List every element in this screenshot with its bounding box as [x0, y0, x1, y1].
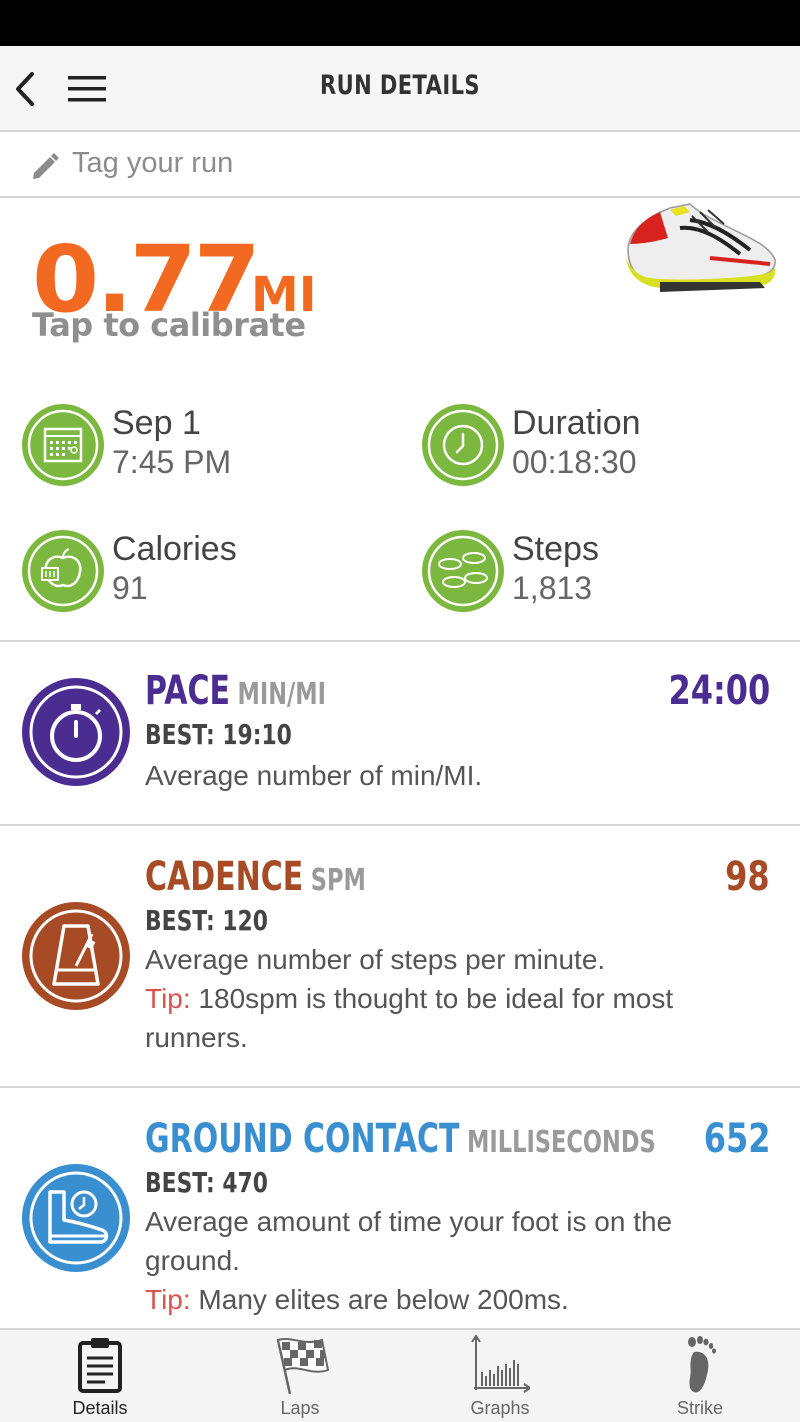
ground-contact-title-row: GROUND CONTACT MILLISECONDS: [145, 1116, 656, 1162]
tab-details[interactable]: Details: [0, 1330, 200, 1422]
calibrate-link[interactable]: Tap to calibrate: [32, 306, 306, 344]
bottom-tab-bar: Details Laps Graphs Strike: [0, 1328, 800, 1422]
calendar-icon: [22, 404, 104, 486]
clipboard-icon: [78, 1338, 122, 1393]
back-arrow-icon[interactable]: [6, 66, 46, 112]
stat-calories: Calories 91: [20, 528, 380, 618]
pace-best: BEST: 19:10: [145, 718, 292, 751]
stat-date: Sep 1 7:45 PM: [20, 402, 380, 492]
ground-contact-description-block: Average amount of time your foot is on t…: [145, 1202, 765, 1319]
pace-value: 24:00: [668, 668, 770, 714]
pace-unit: MIN/MI: [237, 677, 327, 712]
calories-label: Calories: [112, 530, 237, 568]
ground-contact-description: Average amount of time your foot is on t…: [145, 1206, 673, 1276]
calories-value: 91: [112, 570, 148, 606]
cadence-title: CADENCE: [145, 854, 304, 900]
cadence-description: Average number of steps per minute.: [145, 944, 606, 975]
cadence-best: BEST: 120: [145, 904, 268, 937]
tab-details-label: Details: [72, 1398, 128, 1418]
tip-label: Tip:: [145, 983, 191, 1014]
stat-steps: Steps 1,813: [420, 528, 780, 618]
tab-graphs-label: Graphs: [470, 1398, 530, 1418]
tab-graphs[interactable]: Graphs: [400, 1330, 600, 1422]
pace-title: PACE: [145, 668, 230, 714]
tag-run-field[interactable]: Tag your run: [0, 134, 800, 198]
metronome-icon: [22, 902, 130, 1010]
footprints-icon: [422, 530, 504, 612]
cadence-value: 98: [725, 854, 770, 900]
ground-contact-tip-text: Many elites are below 200ms.: [190, 1284, 569, 1315]
steps-value: 1,813: [512, 570, 593, 606]
shoe-image[interactable]: [620, 198, 780, 298]
pace-card[interactable]: PACE MIN/MI 24:00 BEST: 19:10 Average num…: [0, 642, 800, 824]
ground-contact-title: GROUND CONTACT: [145, 1116, 460, 1162]
pace-description: Average number of min/MI.: [145, 760, 483, 791]
clock-icon: [422, 404, 504, 486]
tab-laps-label: Laps: [280, 1398, 320, 1418]
tab-strike-label: Strike: [676, 1398, 723, 1418]
shoe-timer-icon: [22, 1164, 130, 1272]
status-bar: [0, 0, 800, 46]
tip-label: Tip:: [145, 1284, 191, 1315]
date-label: Sep 1: [112, 404, 201, 442]
footprint-icon: [688, 1336, 716, 1393]
cadence-title-row: CADENCE SPM: [145, 854, 366, 900]
tab-laps[interactable]: Laps: [200, 1330, 400, 1422]
duration-label: Duration: [512, 404, 641, 442]
time-value: 7:45 PM: [112, 444, 232, 480]
apple-scale-icon: [22, 530, 104, 612]
page-title: RUN DETAILS: [320, 70, 480, 101]
app-bar: RUN DETAILS: [0, 46, 800, 132]
cadence-unit: SPM: [310, 863, 366, 898]
stopwatch-icon: [22, 678, 130, 786]
duration-value: 00:18:30: [512, 444, 637, 480]
ground-contact-tip: Tip: Many elites are below 200ms.: [145, 1280, 765, 1319]
cadence-tip-text: 180spm is thought to be ideal for most r…: [145, 983, 674, 1053]
bar-graph-icon: [471, 1334, 530, 1393]
ground-contact-value: 652: [703, 1116, 770, 1162]
tag-run-placeholder: Tag your run: [72, 147, 234, 179]
ground-contact-unit: MILLISECONDS: [467, 1125, 656, 1160]
pace-title-row: PACE MIN/MI: [145, 668, 326, 714]
cadence-tip: Tip: 180spm is thought to be ideal for m…: [145, 979, 765, 1057]
checkered-flag-icon: [276, 1338, 330, 1394]
tab-strike[interactable]: Strike: [600, 1330, 800, 1422]
pencil-icon: [33, 153, 59, 179]
ground-contact-card[interactable]: GROUND CONTACT MILLISECONDS 652 BEST: 470…: [0, 1088, 800, 1328]
cadence-description-block: Average number of steps per minute. Tip:…: [145, 940, 765, 1057]
steps-label: Steps: [512, 530, 599, 568]
cadence-card[interactable]: CADENCE SPM 98 BEST: 120 Average number o…: [0, 826, 800, 1086]
stat-duration: Duration 00:18:30: [420, 402, 780, 492]
ground-contact-best: BEST: 470: [145, 1166, 268, 1199]
